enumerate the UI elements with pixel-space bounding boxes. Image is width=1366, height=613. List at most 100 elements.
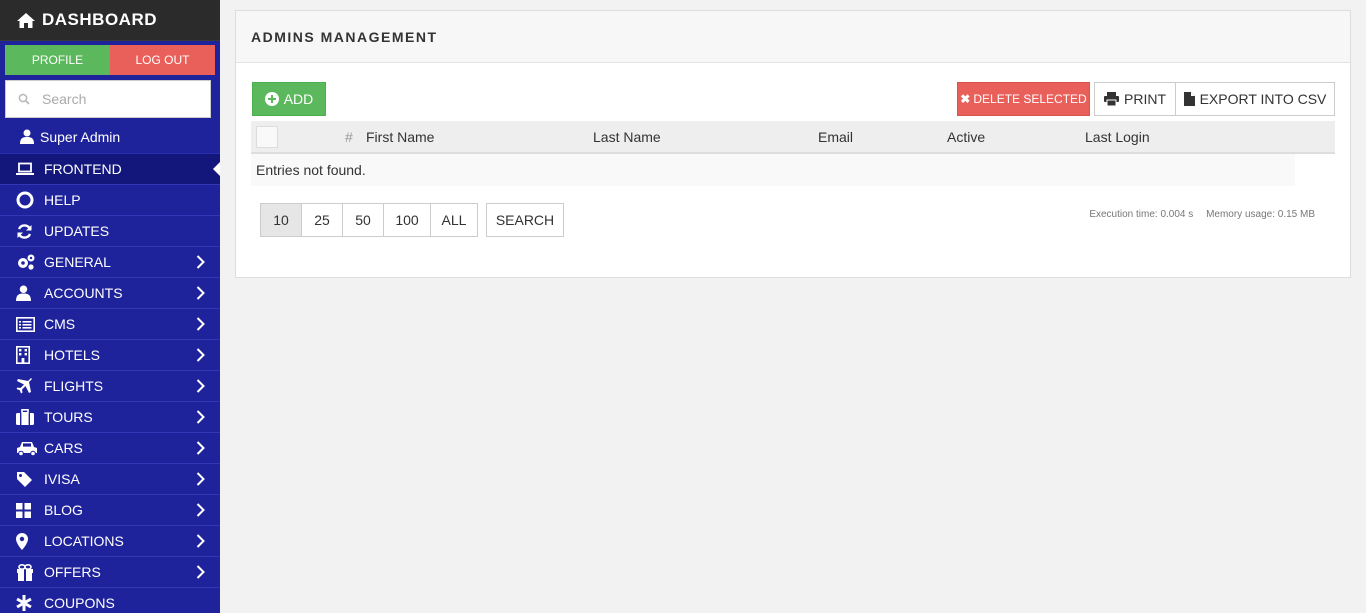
page-size-selector: 10 25 50 100 ALL bbox=[260, 203, 478, 237]
empty-message: Entries not found. bbox=[251, 154, 1295, 186]
search-icon bbox=[18, 93, 30, 105]
auth-buttons: PROFILE LOG OUT bbox=[5, 45, 215, 75]
execution-time: Execution time: 0.004 s bbox=[1089, 209, 1194, 220]
chevron-right-icon bbox=[190, 565, 210, 579]
lifebuoy-icon bbox=[16, 191, 38, 209]
home-icon bbox=[17, 12, 35, 28]
sidebar-item-tours[interactable]: TOURS bbox=[0, 402, 220, 433]
sidebar-item-label: CARS bbox=[44, 440, 83, 456]
export-csv-button[interactable]: EXPORT INTO CSV bbox=[1175, 82, 1335, 116]
sidebar-search bbox=[5, 80, 211, 118]
sidebar-item-offers[interactable]: OFFERS bbox=[0, 557, 220, 588]
tag-icon bbox=[16, 470, 38, 488]
sidebar-item-label: BLOG bbox=[44, 502, 83, 518]
refresh-icon bbox=[16, 222, 38, 240]
memory-usage: Memory usage: 0.15 MB bbox=[1206, 209, 1315, 220]
th-large-icon bbox=[16, 501, 38, 519]
panel-title: ADMINS MANAGEMENT bbox=[236, 11, 1350, 63]
sidebar-item-label: COUPONS bbox=[44, 595, 115, 611]
column-last-name[interactable]: Last Name bbox=[593, 129, 661, 145]
print-button[interactable]: PRINT bbox=[1094, 82, 1176, 116]
page-stats: Execution time: 0.004 s Memory usage: 0.… bbox=[1089, 209, 1315, 220]
print-icon bbox=[1104, 92, 1119, 106]
chevron-right-icon bbox=[190, 379, 210, 393]
sidebar-item-label: HELP bbox=[44, 192, 81, 208]
dashboard-title: DASHBOARD bbox=[42, 10, 157, 29]
delete-selected-button[interactable]: ✖ DELETE SELECTED bbox=[957, 82, 1090, 116]
sidebar-item-flights[interactable]: FLIGHTS bbox=[0, 371, 220, 402]
plus-circle-icon bbox=[264, 92, 279, 106]
logout-button[interactable]: LOG OUT bbox=[110, 45, 215, 75]
asterisk-icon bbox=[16, 594, 38, 612]
admins-panel: ADMINS MANAGEMENT ADD ✖ DELETE SELECTED … bbox=[235, 10, 1351, 278]
sidebar-item-general[interactable]: GENERAL bbox=[0, 247, 220, 278]
chevron-right-icon bbox=[190, 348, 210, 362]
search-input[interactable] bbox=[42, 91, 192, 107]
user-icon bbox=[20, 129, 34, 144]
delete-selected-label: DELETE SELECTED bbox=[973, 92, 1087, 106]
sidebar-item-label: TOURS bbox=[44, 409, 93, 425]
sidebar-item-ivisa[interactable]: IVISA bbox=[0, 464, 220, 495]
column-active[interactable]: Active bbox=[947, 129, 985, 145]
page-size-25[interactable]: 25 bbox=[301, 203, 343, 237]
sidebar-item-updates[interactable]: UPDATES bbox=[0, 216, 220, 247]
sidebar-item-accounts[interactable]: ACCOUNTS bbox=[0, 278, 220, 309]
user-icon bbox=[16, 284, 38, 302]
laptop-icon bbox=[16, 160, 38, 178]
chevron-right-icon bbox=[190, 472, 210, 486]
sidebar-item-cms[interactable]: CMS bbox=[0, 309, 220, 340]
select-all-checkbox[interactable] bbox=[256, 126, 278, 148]
sidebar-item-cars[interactable]: CARS bbox=[0, 433, 220, 464]
sidebar-item-label: FLIGHTS bbox=[44, 378, 104, 394]
car-icon bbox=[16, 439, 38, 457]
user-name: Super Admin bbox=[40, 128, 121, 145]
chevron-right-icon bbox=[190, 317, 210, 331]
map-marker-icon bbox=[16, 532, 38, 550]
table-header: # First Name Last Name Email Active Last… bbox=[251, 121, 1335, 154]
sidebar-item-label: CMS bbox=[44, 316, 76, 332]
chevron-right-icon bbox=[190, 503, 210, 517]
suitcase-icon bbox=[16, 408, 38, 426]
building-icon bbox=[16, 346, 38, 364]
add-label: ADD bbox=[283, 91, 314, 107]
sidebar-item-label: UPDATES bbox=[44, 223, 110, 239]
page-size-all[interactable]: ALL bbox=[430, 203, 478, 237]
sidebar-item-locations[interactable]: LOCATIONS bbox=[0, 526, 220, 557]
gift-icon bbox=[16, 563, 38, 581]
page-size-10[interactable]: 10 bbox=[260, 203, 302, 237]
chevron-right-icon bbox=[190, 286, 210, 300]
sidebar-item-hotels[interactable]: HOTELS bbox=[0, 340, 220, 371]
sidebar-item-label: FRONTEND bbox=[44, 161, 122, 177]
file-icon bbox=[1183, 92, 1195, 106]
column-hash[interactable]: # bbox=[345, 129, 353, 145]
sidebar-item-coupons[interactable]: COUPONS bbox=[0, 588, 220, 613]
sidebar-item-label: HOTELS bbox=[44, 347, 101, 363]
add-button[interactable]: ADD bbox=[252, 82, 326, 116]
chevron-right-icon bbox=[190, 534, 210, 548]
sidebar: DASHBOARD PROFILE LOG OUT Super Admin FR… bbox=[0, 0, 220, 613]
profile-button[interactable]: PROFILE bbox=[5, 45, 110, 75]
sidebar-item-help[interactable]: HELP bbox=[0, 185, 220, 216]
sidebar-item-label: LOCATIONS bbox=[44, 533, 124, 549]
sidebar-item-label: IVISA bbox=[44, 471, 80, 487]
sidebar-item-label: ACCOUNTS bbox=[44, 285, 123, 301]
gears-icon bbox=[16, 253, 38, 271]
print-label: PRINT bbox=[1124, 91, 1166, 107]
sidebar-item-blog[interactable]: BLOG bbox=[0, 495, 220, 526]
dashboard-link[interactable]: DASHBOARD bbox=[0, 0, 220, 41]
list-alt-icon bbox=[16, 315, 38, 333]
column-email[interactable]: Email bbox=[818, 129, 853, 145]
sidebar-item-label: GENERAL bbox=[44, 254, 111, 270]
column-first-name[interactable]: First Name bbox=[366, 129, 434, 145]
page-size-100[interactable]: 100 bbox=[383, 203, 431, 237]
remove-icon: ✖ bbox=[960, 92, 971, 106]
chevron-right-icon bbox=[190, 255, 210, 269]
page-size-50[interactable]: 50 bbox=[342, 203, 384, 237]
column-last-login[interactable]: Last Login bbox=[1085, 129, 1150, 145]
search-button[interactable]: SEARCH bbox=[486, 203, 564, 237]
sidebar-item-frontend[interactable]: FRONTEND bbox=[0, 154, 220, 185]
sidebar-menu: FRONTEND HELP UPDATES GENERAL ACCOUNTS CMS HOT… bbox=[0, 154, 220, 613]
chevron-right-icon bbox=[190, 410, 210, 424]
plane-icon bbox=[16, 377, 38, 395]
current-user[interactable]: Super Admin bbox=[0, 120, 220, 154]
